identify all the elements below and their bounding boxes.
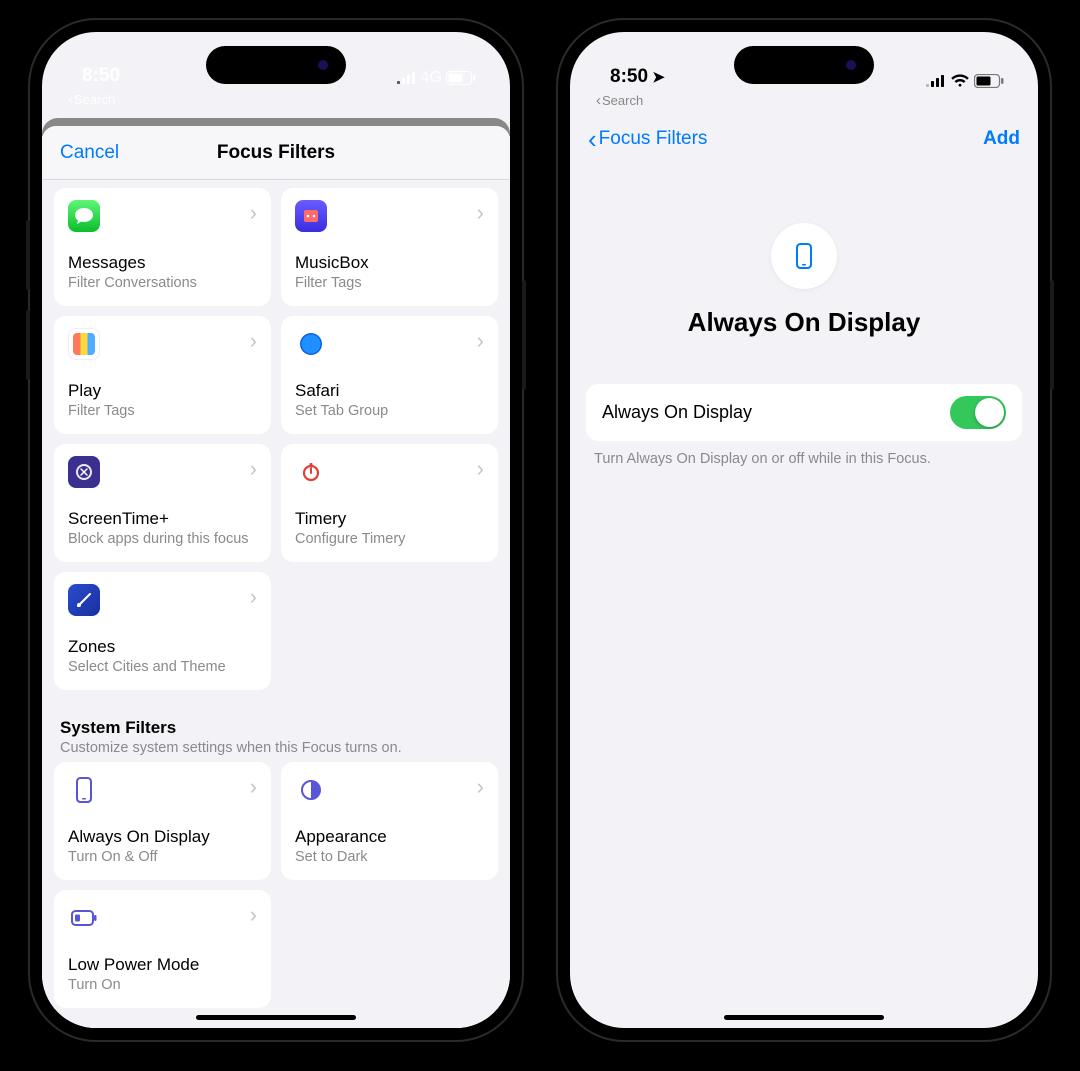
system-filters-header: System Filters Customize system settings… bbox=[60, 718, 494, 756]
iphone-frame-left: 8:50 4G ‹ Search Cancel Focus Filters bbox=[30, 20, 522, 1040]
status-time: 8:50 ➤ bbox=[610, 66, 665, 88]
card-subtitle: Set to Dark bbox=[295, 849, 484, 866]
screentime-icon bbox=[68, 456, 100, 488]
halfmoon-icon bbox=[295, 774, 327, 806]
system-filters-grid: › Always On Display Turn On & Off bbox=[54, 762, 498, 1008]
card-subtitle: Configure Timery bbox=[295, 531, 484, 548]
hero-phone-icon bbox=[771, 223, 837, 289]
card-subtitle: Select Cities and Theme bbox=[68, 659, 257, 676]
wifi-icon bbox=[950, 74, 970, 88]
setting-row-aod: Always On Display bbox=[586, 384, 1022, 441]
filter-card-safari[interactable]: › Safari Set Tab Group bbox=[281, 316, 498, 434]
card-subtitle: Block apps during this focus bbox=[68, 531, 257, 548]
status-right bbox=[926, 74, 1004, 88]
section-title: System Filters bbox=[60, 718, 494, 738]
card-title: MusicBox bbox=[295, 253, 484, 273]
safari-icon bbox=[295, 328, 327, 360]
network-label: 4G bbox=[421, 69, 442, 87]
phone-icon bbox=[68, 774, 100, 806]
app-filters-grid: › Messages Filter Conversations bbox=[54, 188, 498, 690]
card-title: Zones bbox=[68, 637, 257, 657]
musicbox-icon bbox=[295, 200, 327, 232]
filter-card-screentime[interactable]: › ScreenTime+ Block apps during this foc… bbox=[54, 444, 271, 562]
system-card-lowpower[interactable]: › Low Power Mode Turn On bbox=[54, 890, 271, 1008]
breadcrumb-back[interactable]: ‹ Search bbox=[570, 90, 1038, 115]
status-time: 8:50 bbox=[82, 65, 120, 87]
battery-icon bbox=[974, 74, 1004, 88]
screen: 8:50 4G ‹ Search Cancel Focus Filters bbox=[42, 32, 510, 1028]
chevron-right-icon: › bbox=[250, 330, 257, 352]
chevron-left-icon: ‹ bbox=[68, 91, 73, 108]
section-subtitle: Customize system settings when this Focu… bbox=[60, 740, 494, 756]
battery-low-icon bbox=[68, 902, 100, 934]
add-button[interactable]: Add bbox=[983, 128, 1020, 150]
card-subtitle: Filter Conversations bbox=[68, 275, 257, 292]
system-card-appearance[interactable]: › Appearance Set to Dark bbox=[281, 762, 498, 880]
location-icon: ➤ bbox=[648, 69, 665, 86]
chevron-right-icon: › bbox=[250, 458, 257, 480]
timery-icon bbox=[295, 456, 327, 488]
card-subtitle: Turn On bbox=[68, 977, 257, 994]
chevron-right-icon: › bbox=[477, 776, 484, 798]
status-right: 4G bbox=[397, 69, 476, 87]
home-indicator[interactable] bbox=[724, 1015, 884, 1020]
chevron-right-icon: › bbox=[477, 330, 484, 352]
cellular-icon bbox=[926, 75, 946, 87]
breadcrumb-back[interactable]: ‹ Search bbox=[42, 89, 510, 114]
filter-card-messages[interactable]: › Messages Filter Conversations bbox=[54, 188, 271, 306]
messages-icon bbox=[68, 200, 100, 232]
cellular-icon bbox=[397, 72, 417, 84]
nav-bar: ‹ Focus Filters Add bbox=[570, 115, 1038, 163]
filter-card-musicbox[interactable]: › MusicBox Filter Tags bbox=[281, 188, 498, 306]
card-subtitle: Turn On & Off bbox=[68, 849, 257, 866]
screen: 8:50 ➤ ‹ Search ‹ Focus Filters Add Alwa… bbox=[570, 32, 1038, 1028]
card-subtitle: Filter Tags bbox=[68, 403, 257, 420]
filter-card-zones[interactable]: › Zones Select Cities and Theme bbox=[54, 572, 271, 690]
setting-label: Always On Display bbox=[602, 402, 752, 423]
chevron-right-icon: › bbox=[250, 202, 257, 224]
iphone-frame-right: 8:50 ➤ ‹ Search ‹ Focus Filters Add Alwa… bbox=[558, 20, 1050, 1040]
card-title: Low Power Mode bbox=[68, 955, 257, 975]
card-subtitle: Filter Tags bbox=[295, 275, 484, 292]
chevron-right-icon: › bbox=[477, 202, 484, 224]
card-title: Messages bbox=[68, 253, 257, 273]
card-title: ScreenTime+ bbox=[68, 509, 257, 529]
dynamic-island bbox=[206, 46, 346, 84]
sheet-title: Focus Filters bbox=[217, 142, 335, 164]
chevron-right-icon: › bbox=[250, 776, 257, 798]
zones-icon bbox=[68, 584, 100, 616]
hero-title: Always On Display bbox=[688, 307, 921, 338]
play-icon bbox=[68, 328, 100, 360]
dynamic-island bbox=[734, 46, 874, 84]
toggle-aod[interactable] bbox=[950, 396, 1006, 429]
chevron-left-icon: ‹ bbox=[588, 126, 597, 152]
chevron-right-icon: › bbox=[250, 904, 257, 926]
filter-card-timery[interactable]: › Timery Configure Timery bbox=[281, 444, 498, 562]
battery-icon bbox=[446, 71, 476, 85]
card-title: Timery bbox=[295, 509, 484, 529]
sheet-header: Cancel Focus Filters bbox=[42, 126, 510, 180]
sheet-backdrop: Cancel Focus Filters › bbox=[42, 118, 510, 1028]
card-title: Appearance bbox=[295, 827, 484, 847]
card-title: Always On Display bbox=[68, 827, 257, 847]
filter-card-play[interactable]: › Play Filter Tags bbox=[54, 316, 271, 434]
card-title: Safari bbox=[295, 381, 484, 401]
home-indicator[interactable] bbox=[196, 1015, 356, 1020]
cancel-button[interactable]: Cancel bbox=[60, 142, 119, 164]
sheet: Cancel Focus Filters › bbox=[42, 126, 510, 1028]
card-title: Play bbox=[68, 381, 257, 401]
hero: Always On Display bbox=[570, 163, 1038, 374]
system-card-aod[interactable]: › Always On Display Turn On & Off bbox=[54, 762, 271, 880]
card-subtitle: Set Tab Group bbox=[295, 403, 484, 420]
back-button[interactable]: ‹ Focus Filters bbox=[588, 126, 707, 152]
chevron-right-icon: › bbox=[250, 586, 257, 608]
sheet-content[interactable]: › Messages Filter Conversations bbox=[42, 180, 510, 1028]
footer-note: Turn Always On Display on or off while i… bbox=[594, 451, 1014, 467]
chevron-left-icon: ‹ bbox=[596, 92, 601, 109]
chevron-right-icon: › bbox=[477, 458, 484, 480]
